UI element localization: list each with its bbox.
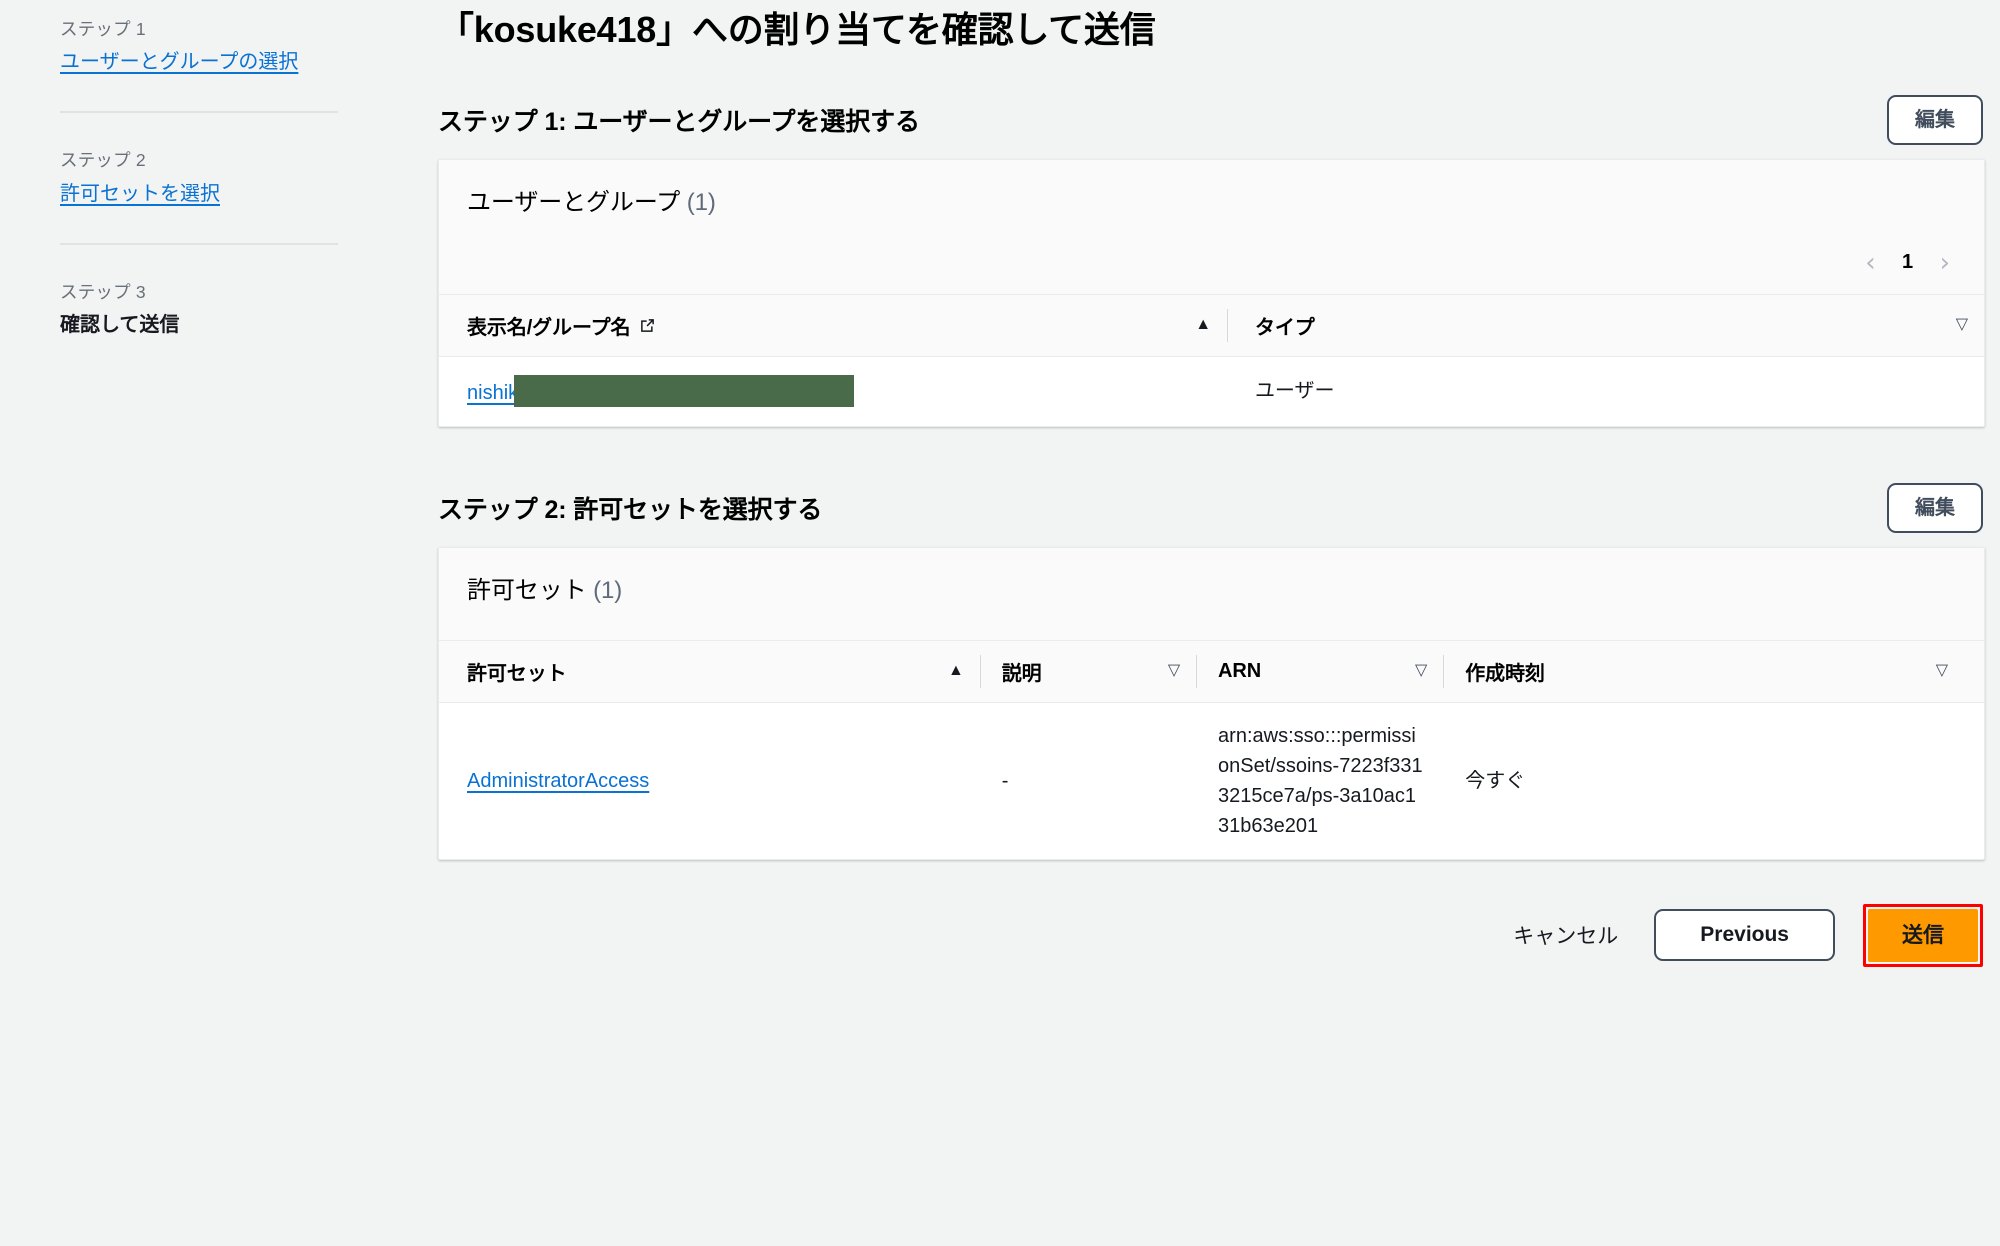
review-and-submit-page: ステップ 1 ユーザーとグループの選択 ステップ 2 許可セットを選択 ステップ… xyxy=(0,0,2000,1246)
column-header-permission-set[interactable]: 許可セット ▲ xyxy=(439,639,980,703)
edit-step2-button[interactable]: 編集 xyxy=(1887,482,1983,533)
permission-sets-table-header-row: 許可セット ▲ 説明 ▽ ARN ▽ 作成時刻 ▽ xyxy=(439,639,1984,703)
sidebar-step-3-number: ステップ 3 xyxy=(60,281,146,302)
cell-display-name: nishik xyxy=(439,356,1227,426)
sidebar-divider-1 xyxy=(60,111,338,114)
step2-section-header: ステップ 2: 許可セットを選択する 編集 xyxy=(438,482,1985,533)
column-header-arn-label: ARN xyxy=(1218,659,1262,682)
step1-heading: ステップ 1: ユーザーとグループを選択する xyxy=(438,107,920,136)
sidebar-step-2-number: ステップ 2 xyxy=(60,150,146,171)
permission-sets-card-title: 許可セット (1) xyxy=(467,577,622,604)
column-header-type-label: タイプ xyxy=(1254,316,1315,339)
column-header-permission-set-label: 許可セット xyxy=(467,662,567,685)
step2-heading: ステップ 2: 許可セットを選択する xyxy=(438,495,823,524)
cell-type: ユーザー xyxy=(1254,380,1335,403)
cancel-button[interactable]: キャンセル xyxy=(1505,910,1626,960)
users-and-groups-table: 表示名/グループ名 ▲ タイプ ▽ nishik ユーザー xyxy=(439,293,1984,426)
edit-step1-button[interactable]: 編集 xyxy=(1887,94,1983,145)
page-title: 「kosuke418」への割り当てを確認して送信 xyxy=(438,9,1156,50)
column-header-created-time[interactable]: 作成時刻 ▽ xyxy=(1443,639,1984,703)
sort-display-name-ascending-icon[interactable]: ▲ xyxy=(1195,317,1211,333)
sort-created-time-icon[interactable]: ▽ xyxy=(1936,663,1948,679)
sort-permission-set-ascending-icon[interactable]: ▲ xyxy=(948,663,964,679)
cell-arn-text: arn:aws:sso:::permissionSet/ssoins-7223f… xyxy=(1218,724,1423,837)
users-and-groups-count: (1) xyxy=(686,188,716,216)
cell-arn: arn:aws:sso:::permissionSet/ssoins-7223f… xyxy=(1196,702,1443,859)
main-content: 「kosuke418」への割り当てを確認して送信 ステップ 1: ユーザーとグル… xyxy=(420,0,2000,1246)
column-header-type[interactable]: タイプ ▽ xyxy=(1226,293,1984,357)
redaction-block xyxy=(514,374,855,407)
sidebar-divider-2 xyxy=(60,242,338,245)
column-header-display-name[interactable]: 表示名/グループ名 ▲ xyxy=(439,293,1227,357)
column-header-description-label: 説明 xyxy=(1001,662,1042,685)
sidebar-item-review-and-submit: 確認して送信 xyxy=(60,313,180,336)
users-and-groups-card-title: ユーザーとグループ (1) xyxy=(467,189,716,216)
users-and-groups-title-text: ユーザーとグループ xyxy=(467,188,681,216)
previous-button[interactable]: Previous xyxy=(1654,909,1835,962)
sidebar-item-select-users-and-groups[interactable]: ユーザーとグループの選択 xyxy=(60,48,298,77)
pagination-next-icon[interactable]: › xyxy=(1934,246,1956,280)
users-and-groups-card-header: ユーザーとグループ (1) ‹ 1 › xyxy=(439,159,1984,294)
column-header-arn[interactable]: ARN ▽ xyxy=(1196,639,1444,703)
sidebar-item-select-permission-sets[interactable]: 許可セットを選択 xyxy=(60,180,220,209)
column-header-display-name-label: 表示名/グループ名 xyxy=(467,316,631,339)
table-row: AdministratorAccess - arn:aws:sso:::perm… xyxy=(439,702,1984,859)
submit-button[interactable]: 送信 xyxy=(1868,908,1978,962)
permission-sets-title-text: 許可セット xyxy=(467,576,587,604)
cell-permission-set: AdministratorAccess xyxy=(439,702,980,859)
users-and-groups-pagination: ‹ 1 › xyxy=(1859,246,1956,280)
users-and-groups-table-header-row: 表示名/グループ名 ▲ タイプ ▽ xyxy=(439,293,1984,357)
cell-description: - xyxy=(1001,769,1009,792)
pagination-prev-icon[interactable]: ‹ xyxy=(1859,246,1881,280)
table-row: nishik ユーザー xyxy=(439,356,1984,426)
pagination-page-1[interactable]: 1 xyxy=(1900,251,1916,274)
sort-description-icon[interactable]: ▽ xyxy=(1168,663,1180,679)
permission-sets-table: 許可セット ▲ 説明 ▽ ARN ▽ 作成時刻 ▽ AdministratorA… xyxy=(439,639,1984,859)
sort-type-icon[interactable]: ▽ xyxy=(1956,317,1968,333)
permission-set-link[interactable]: AdministratorAccess xyxy=(467,770,649,792)
wizard-footer-actions: キャンセル Previous 送信 xyxy=(438,903,1985,967)
wizard-steps-sidebar: ステップ 1 ユーザーとグループの選択 ステップ 2 許可セットを選択 ステップ… xyxy=(0,0,420,1246)
sidebar-step-1: ステップ 1 ユーザーとグループの選択 xyxy=(60,8,420,77)
sidebar-step-3: ステップ 3 確認して送信 xyxy=(60,271,420,340)
column-header-created-time-label: 作成時刻 xyxy=(1465,662,1545,685)
permission-sets-count: (1) xyxy=(593,576,623,604)
external-link-icon xyxy=(639,317,656,334)
column-header-description[interactable]: 説明 ▽ xyxy=(979,639,1197,703)
sidebar-step-2: ステップ 2 許可セットを選択 xyxy=(60,139,420,208)
step1-section-header: ステップ 1: ユーザーとグループを選択する 編集 xyxy=(438,94,1985,145)
sidebar-step-1-number: ステップ 1 xyxy=(60,19,146,39)
submit-button-highlight-ring: 送信 xyxy=(1863,903,1983,967)
users-and-groups-card: ユーザーとグループ (1) ‹ 1 › 表示名/グループ名 ▲ タイプ ▽ ni… xyxy=(438,158,1985,427)
sort-arn-icon[interactable]: ▽ xyxy=(1415,663,1427,679)
cell-created-time: 今すぐ xyxy=(1465,769,1526,792)
user-name-link[interactable]: nishik xyxy=(467,382,518,404)
permission-sets-card-header: 許可セット (1) xyxy=(439,547,1984,640)
permission-sets-card: 許可セット (1) 許可セット ▲ 説明 ▽ ARN ▽ 作成時刻 ▽ Admi… xyxy=(438,546,1985,860)
